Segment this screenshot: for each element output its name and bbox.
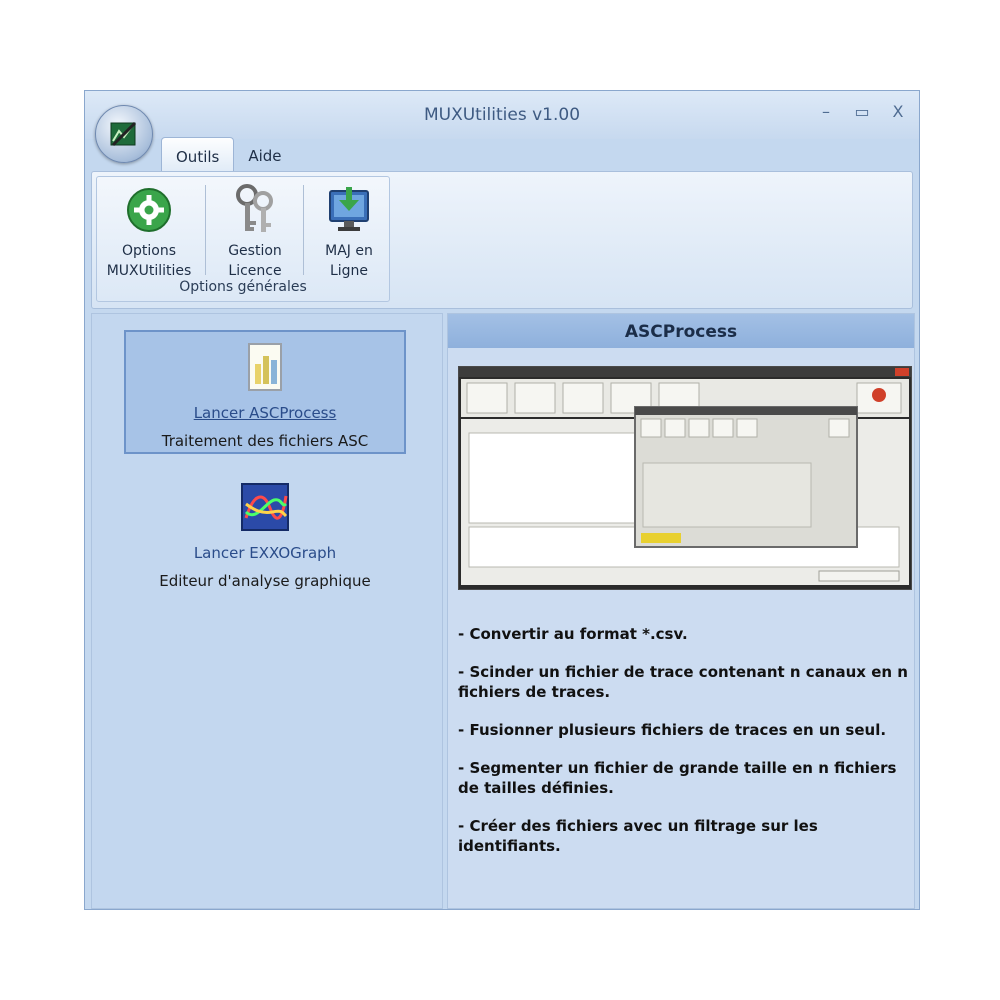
maj-label-line1: MAJ en <box>325 243 373 259</box>
ribbon-tabs: Outils Aide <box>161 137 296 172</box>
document-chart-icon <box>248 343 282 391</box>
launch-exxograph-item[interactable]: Lancer EXXOGraph Editeur d'analyse graph… <box>124 472 406 596</box>
launcher-panel: Lancer ASCProcess Traitement des fichier… <box>91 313 443 909</box>
feature-item: - Créer des fichiers avec un filtrage su… <box>458 817 818 855</box>
gear-icon <box>127 188 171 232</box>
ribbon-separator <box>205 185 206 275</box>
feature-item: - Segmenter un fichier de grande taille … <box>458 759 897 797</box>
launch-ascprocess-desc: Traitement des fichiers ASC <box>161 432 369 450</box>
window-title: MUXUtilities v1.00 <box>423 105 581 125</box>
ribbon: Options MUXUtilities Gestion Licence MAJ… <box>91 171 913 309</box>
screenshot-illustration <box>459 367 911 585</box>
monitor-download-icon <box>329 187 369 231</box>
gestion-label-line2: Licence <box>228 263 282 279</box>
tab-outils[interactable]: Outils <box>161 137 235 172</box>
feature-item: - Fusionner plusieurs fichiers de traces… <box>458 721 887 739</box>
options-label-line1: Options <box>121 243 177 259</box>
graph-icon <box>241 483 289 531</box>
ribbon-group-options-generales: Options MUXUtilities Gestion Licence MAJ… <box>96 176 390 302</box>
keys-icon <box>236 184 273 232</box>
feature-item: - Scinder un fichier de trace contenant … <box>458 663 908 701</box>
window-controls: – ▭ X <box>815 101 909 123</box>
maximize-button[interactable]: ▭ <box>851 101 873 123</box>
app-window: MUXUtilities v1.00 – ▭ X Outils Aide Opt… <box>84 90 920 910</box>
maj-en-ligne-button[interactable]: MAJ en Ligne <box>303 183 395 281</box>
feature-item: - Convertir au format *.csv. <box>458 625 688 643</box>
details-title: ASCProcess <box>448 314 914 348</box>
launch-exxograph-desc: Editeur d'analyse graphique <box>159 572 371 590</box>
maj-label-line2: Ligne <box>329 263 369 279</box>
tab-aide[interactable]: Aide <box>234 137 295 171</box>
application-menu-button[interactable] <box>95 105 153 163</box>
title-bar[interactable]: MUXUtilities v1.00 – ▭ X <box>85 91 919 139</box>
app-logo-icon <box>110 121 137 147</box>
ribbon-group-label: Options générales <box>179 279 307 295</box>
minimize-button[interactable]: – <box>815 101 837 123</box>
launch-exxograph-link[interactable]: Lancer EXXOGraph <box>124 544 406 562</box>
ascprocess-screenshot-image <box>458 366 912 590</box>
gestion-label-line1: Gestion <box>228 243 282 259</box>
close-button[interactable]: X <box>887 101 909 123</box>
options-label-line2: MUXUtilities <box>106 263 192 279</box>
options-muxutilities-button[interactable]: Options MUXUtilities <box>103 183 195 281</box>
details-panel: ASCProcess - Convertir au format *.csv. … <box>447 313 915 909</box>
launch-ascprocess-item[interactable]: Lancer ASCProcess Traitement des fichier… <box>124 330 406 454</box>
gestion-licence-button[interactable]: Gestion Licence <box>209 183 301 281</box>
feature-list: - Convertir au format *.csv. - Scinder u… <box>458 624 908 874</box>
launch-ascprocess-link[interactable]: Lancer ASCProcess <box>126 404 404 422</box>
